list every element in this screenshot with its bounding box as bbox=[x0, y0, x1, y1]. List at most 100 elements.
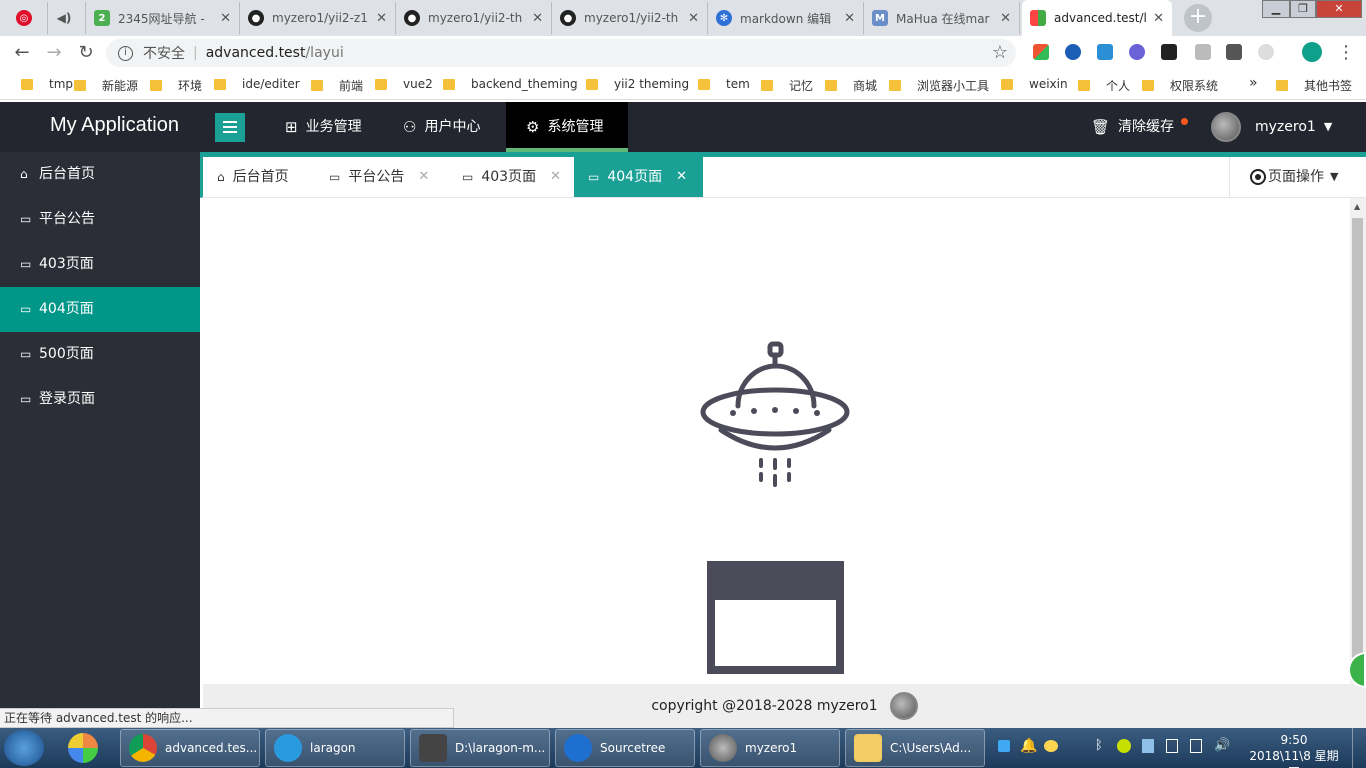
close-icon[interactable]: ✕ bbox=[688, 11, 699, 26]
caret-down-icon: ▼ bbox=[1323, 120, 1333, 133]
window-close-button[interactable]: ✕ bbox=[1316, 0, 1362, 18]
tab-404[interactable]: ▭ 404页面 ✕ bbox=[574, 157, 703, 197]
bookmark-item[interactable]: 权限系统 bbox=[1142, 77, 1218, 94]
close-icon[interactable]: ✕ bbox=[844, 11, 855, 26]
folder-icon bbox=[586, 78, 598, 90]
browser-tab-2345[interactable]: 2 2345网址导航 - ✕ bbox=[86, 2, 240, 34]
bookmark-item[interactable]: backend_theming bbox=[443, 77, 578, 91]
taskbar-item-chrome[interactable]: advanced.tes... bbox=[120, 729, 260, 767]
volume-icon[interactable]: 🔊 bbox=[1214, 738, 1230, 768]
sidebar-toggle-button[interactable] bbox=[215, 113, 245, 142]
content-scrollbar[interactable]: ▲ bbox=[1350, 198, 1366, 684]
notification-bell-icon[interactable]: 🔔 bbox=[1020, 738, 1037, 768]
address-bar[interactable]: i 不安全 | advanced.test /layui ☆ bbox=[106, 39, 1016, 67]
tab-403[interactable]: ▭ 403页面 ✕ bbox=[448, 157, 575, 197]
close-icon[interactable]: ✕ bbox=[376, 11, 387, 26]
folder-icon bbox=[889, 80, 901, 91]
sidebar-item-403[interactable]: ▭ 403页面 bbox=[0, 242, 200, 287]
close-icon[interactable]: ✕ bbox=[220, 11, 231, 26]
taskbar-item-explorer[interactable]: C:\Users\Ad... bbox=[845, 729, 985, 767]
show-desktop-button[interactable] bbox=[1352, 728, 1366, 768]
close-icon[interactable]: ✕ bbox=[1153, 11, 1164, 26]
info-icon[interactable]: i bbox=[118, 45, 133, 61]
extension-icon[interactable] bbox=[1195, 44, 1211, 60]
user-menu[interactable]: myzero1 ▼ bbox=[1211, 102, 1332, 152]
pinned-app-icon[interactable] bbox=[68, 733, 98, 763]
sidebar-item-login[interactable]: ▭ 登录页面 bbox=[0, 377, 200, 422]
browser-tab-markdown[interactable]: ✻ markdown 编辑 ✕ bbox=[708, 2, 864, 34]
minimize-button[interactable]: ▁ bbox=[1262, 0, 1290, 18]
bookmark-item[interactable]: tmp bbox=[21, 77, 73, 91]
topnav-business[interactable]: ⊞ 业务管理 bbox=[265, 102, 382, 152]
browser-tab-github-2[interactable]: ● myzero1/yii2-th ✕ bbox=[396, 2, 552, 34]
bookmark-item[interactable]: 商城 bbox=[825, 77, 877, 94]
forward-icon[interactable]: → bbox=[44, 43, 64, 63]
browser-tab-netease[interactable]: ◎ bbox=[8, 2, 48, 34]
tray-icon[interactable] bbox=[1166, 739, 1178, 753]
start-button[interactable] bbox=[4, 730, 44, 766]
sidebar-item-500[interactable]: ▭ 500页面 bbox=[0, 332, 200, 377]
bookmarks-overflow-button[interactable]: » bbox=[1249, 75, 1258, 91]
clear-cache-button[interactable]: 🗑 清除缓存 bbox=[1091, 102, 1174, 152]
bookmark-item[interactable]: ide/editer bbox=[214, 77, 300, 91]
bookmark-item[interactable]: 环境 bbox=[150, 77, 202, 94]
bookmark-item[interactable]: tem bbox=[698, 77, 750, 91]
bookmark-star-icon[interactable]: ☆ bbox=[992, 42, 1008, 63]
taskbar-item-sublime[interactable]: D:\laragon-m... bbox=[410, 729, 550, 767]
bookmark-item[interactable]: 个人 bbox=[1078, 77, 1130, 94]
bookmark-item[interactable]: vue2 bbox=[375, 77, 433, 91]
bookmark-item[interactable]: 浏览器小工具 bbox=[889, 77, 989, 94]
bookmark-item[interactable]: 新能源 bbox=[74, 77, 138, 94]
tray-icon[interactable] bbox=[1190, 739, 1202, 753]
extension-icon[interactable] bbox=[1065, 44, 1081, 60]
sidebar-item-notice[interactable]: ▭ 平台公告 bbox=[0, 197, 200, 242]
sidebar-item-404[interactable]: ▭ 404页面 bbox=[0, 287, 200, 332]
tray-icon[interactable] bbox=[998, 740, 1010, 752]
scroll-up-icon[interactable]: ▲ bbox=[1354, 202, 1360, 211]
taskbar-item-laragon[interactable]: laragon bbox=[265, 729, 405, 767]
close-icon[interactable]: ✕ bbox=[550, 157, 561, 197]
close-icon[interactable]: ✕ bbox=[532, 11, 543, 26]
tray-icon[interactable] bbox=[1142, 739, 1154, 753]
tray-icon[interactable] bbox=[1117, 739, 1131, 753]
bookmark-item[interactable]: weixin bbox=[1001, 77, 1068, 91]
extension-icon[interactable] bbox=[1258, 44, 1274, 60]
bookmark-item[interactable]: 记忆 bbox=[761, 77, 813, 94]
taskbar-item-sourcetree[interactable]: Sourcetree bbox=[555, 729, 695, 767]
extension-icon[interactable] bbox=[1161, 44, 1177, 60]
bookmark-item[interactable]: yii2 theming bbox=[586, 77, 689, 91]
extension-icon[interactable] bbox=[1226, 44, 1242, 60]
menu-dots-icon[interactable]: ⋮ bbox=[1336, 43, 1356, 63]
browser-tab-github-1[interactable]: ● myzero1/yii2-z1 ✕ bbox=[240, 2, 396, 34]
topnav-system[interactable]: ⚙ 系统管理 bbox=[506, 102, 628, 152]
sidebar-item-home[interactable]: ⌂ 后台首页 bbox=[0, 152, 200, 197]
new-tab-button[interactable]: + bbox=[1184, 4, 1212, 32]
scrollbar-thumb[interactable] bbox=[1352, 218, 1363, 658]
close-icon[interactable]: ✕ bbox=[676, 157, 687, 197]
back-icon[interactable]: ← bbox=[12, 43, 32, 63]
bookmark-item[interactable]: 前端 bbox=[311, 77, 363, 94]
tab-notice[interactable]: ▭ 平台公告 ✕ bbox=[315, 157, 443, 197]
extension-icon[interactable] bbox=[1129, 44, 1145, 60]
extension-icon[interactable] bbox=[1033, 44, 1049, 60]
bluetooth-icon[interactable]: ᛒ bbox=[1095, 738, 1103, 768]
close-icon[interactable]: ✕ bbox=[1000, 11, 1011, 26]
tab-home[interactable]: ⌂ 后台首页 bbox=[203, 157, 303, 197]
topnav-user-center[interactable]: ⚇ 用户中心 bbox=[383, 102, 500, 152]
extension-icon[interactable] bbox=[1097, 44, 1113, 60]
apps-icon: ⊞ bbox=[285, 118, 298, 136]
close-icon[interactable]: ✕ bbox=[418, 157, 429, 197]
browser-tab-github-3[interactable]: ● myzero1/yii2-th ✕ bbox=[552, 2, 708, 34]
profile-avatar[interactable] bbox=[1302, 42, 1322, 62]
taskbar-item-myzero1[interactable]: myzero1 bbox=[700, 729, 840, 767]
maximize-button[interactable]: ❐ bbox=[1290, 0, 1316, 18]
github-icon: ● bbox=[404, 10, 420, 26]
page-operations-dropdown[interactable]: 页面操作 ▼ bbox=[1229, 157, 1366, 197]
browser-tab-active[interactable]: advanced.test/l ✕ bbox=[1022, 0, 1172, 36]
system-clock[interactable]: 9:50 2018\11\8 星期四 bbox=[1244, 732, 1344, 768]
reload-icon[interactable]: ↻ bbox=[76, 43, 96, 63]
other-bookmarks[interactable]: 其他书签 bbox=[1276, 77, 1352, 94]
tray-icon[interactable] bbox=[1044, 740, 1058, 752]
browser-tab-mahua[interactable]: M MaHua 在线mar ✕ bbox=[864, 2, 1020, 34]
browser-tab-audio[interactable]: ◀) bbox=[48, 2, 86, 34]
